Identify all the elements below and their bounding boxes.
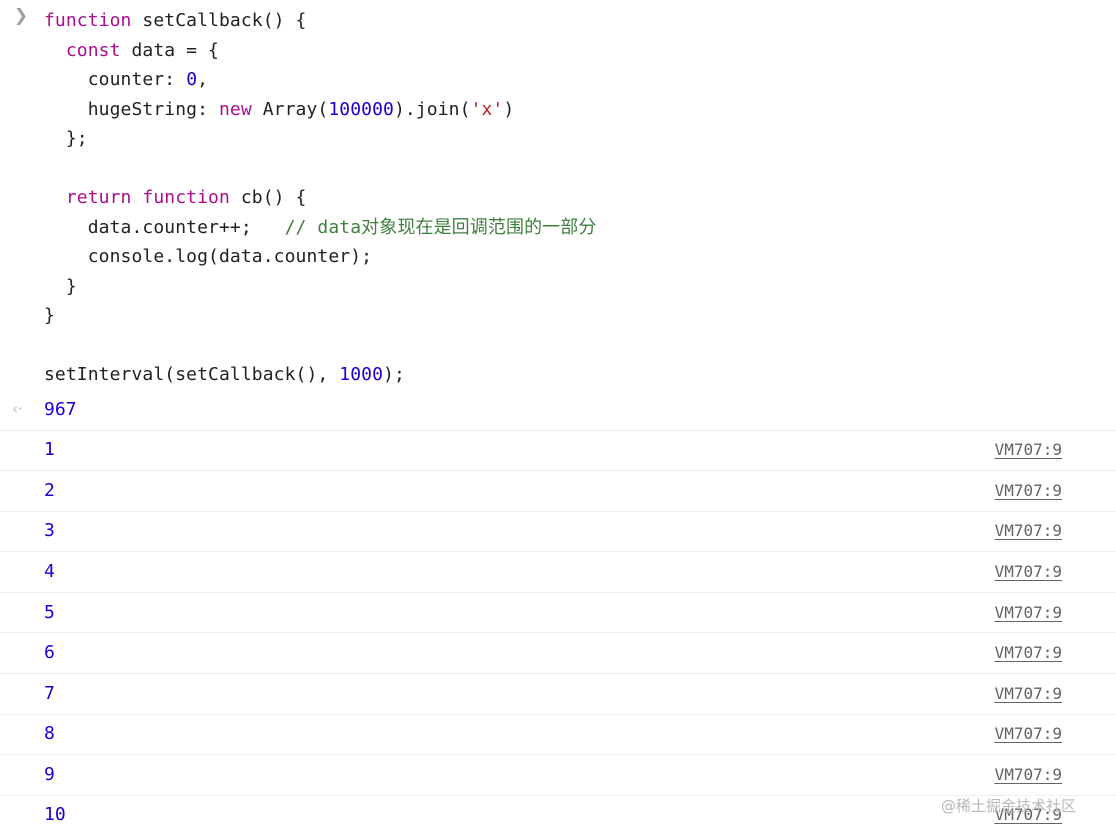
log-message: 3 [44, 520, 55, 542]
log-message: 1 [44, 439, 55, 461]
code-token-plain: , [197, 69, 209, 90]
code-line: data.counter++; // data对象现在是回调范围的一部分 [44, 213, 1116, 243]
log-message: 9 [44, 764, 55, 786]
console-log-row[interactable]: 5 VM707:9 [0, 591, 1116, 633]
console-input-group: ❯ function setCallback() { const data = … [0, 0, 1116, 394]
console-log-row[interactable]: 1 VM707:9 [0, 429, 1116, 471]
log-source-link[interactable]: VM707:9 [995, 440, 1062, 460]
code-token-kw: function [44, 10, 132, 31]
code-token-plain: } [44, 305, 55, 326]
log-message: 5 [44, 601, 55, 623]
chevron-right-prompt-icon: ❯ [13, 6, 29, 26]
code-token-plain: ); [383, 364, 405, 385]
log-source-link[interactable]: VM707:9 [995, 481, 1062, 501]
code-token-plain: ) [503, 98, 515, 120]
code-line: console.log(data.counter); [44, 242, 1116, 272]
log-message: 4 [44, 561, 55, 583]
code-token-kw: return function [65, 187, 230, 208]
log-source-link[interactable]: VM707:9 [995, 603, 1062, 623]
console-log-row[interactable]: 3 VM707:9 [0, 510, 1116, 552]
log-source-link[interactable]: VM707:9 [995, 521, 1062, 541]
console-result-value: 967 [44, 398, 77, 420]
code-line: } [44, 272, 1116, 302]
code-line: } [44, 301, 1116, 331]
code-token-str: 'x' [470, 98, 504, 120]
console-log-row[interactable]: 8 VM707:9 [0, 713, 1116, 755]
code-token-num: 0 [186, 69, 198, 90]
code-line: setInterval(setCallback(), 1000); [44, 360, 1116, 390]
code-token-kw: const [65, 39, 121, 61]
code-token-plain: setInterval(setCallback(), [44, 364, 340, 385]
log-source-link[interactable]: VM707:9 [995, 562, 1062, 582]
code-token-plain: ).join( [394, 98, 471, 120]
log-message: 7 [44, 682, 55, 704]
log-message: 6 [44, 642, 55, 664]
log-source-link[interactable]: VM707:9 [995, 805, 1062, 825]
code-line: return function cb() { [44, 183, 1116, 213]
code-token-num: 100000 [328, 98, 394, 120]
chevron-left-return-icon: ‹· [12, 399, 23, 418]
console-result-row: ‹· 967 [0, 394, 1116, 430]
code-line: }; [44, 124, 1116, 154]
code-token-plain: data.counter++; [44, 216, 285, 238]
code-token-kw: new [219, 98, 252, 120]
console-log-row[interactable]: 10 VM707:9 [0, 794, 1116, 832]
console-log-row[interactable]: 2 VM707:9 [0, 470, 1116, 511]
console-log-row[interactable]: 7 VM707:9 [0, 673, 1116, 714]
log-source-link[interactable]: VM707:9 [995, 643, 1062, 663]
console-input-code[interactable]: function setCallback() { const data = { … [0, 6, 1116, 390]
code-token-plain: }; [44, 128, 88, 149]
console-log-row[interactable]: 4 VM707:9 [0, 551, 1116, 592]
code-token-plain: data = { [120, 39, 219, 61]
code-line: hugeString: new Array(100000).join('x') [44, 95, 1116, 125]
code-token-plain: hugeString: [44, 98, 219, 120]
log-source-link[interactable]: VM707:9 [995, 724, 1062, 744]
log-source-link[interactable]: VM707:9 [995, 684, 1062, 704]
code-token-plain: setCallback() { [131, 10, 307, 31]
console-log-row[interactable]: 6 VM707:9 [0, 632, 1116, 674]
code-line: counter: 0, [44, 65, 1116, 95]
code-token-plain: console.log(data.counter); [44, 246, 373, 267]
log-message: 8 [44, 723, 55, 745]
console-log-row[interactable]: 9 VM707:9 [0, 754, 1116, 795]
log-message: 10 [44, 804, 66, 826]
code-token-num: 1000 [339, 364, 384, 385]
code-token-plain: Array( [251, 98, 329, 120]
code-token-plain: cb() { [229, 187, 307, 208]
code-token-comment: // data对象现在是回调范围的一部分 [284, 216, 597, 238]
log-message: 2 [44, 479, 55, 501]
code-line: const data = { [44, 36, 1116, 66]
code-token-plain: } [44, 275, 77, 297]
code-token-plain: counter: [44, 69, 187, 90]
code-line: function setCallback() { [44, 6, 1116, 36]
devtools-console-panel: ❯ function setCallback() { const data = … [0, 0, 1116, 832]
console-log-list: 1 VM707:9 2 VM707:9 3 VM707:9 4 VM707:9 5 VM707:9… [0, 429, 1116, 832]
log-source-link[interactable]: VM707:9 [995, 765, 1062, 785]
